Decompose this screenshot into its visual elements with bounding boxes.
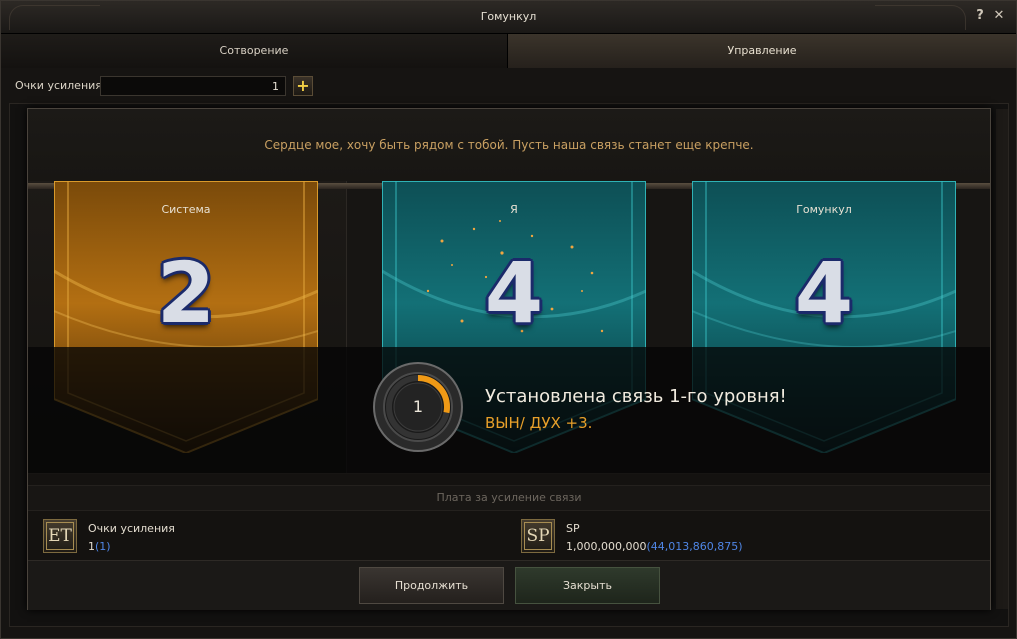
cost-amount: 1 [88, 540, 95, 553]
icon-frame [524, 522, 552, 550]
window-title: Гомункул [480, 10, 537, 23]
dialog-header: Сердце мое, хочу быть рядом с тобой. Пус… [28, 109, 990, 181]
enhance-points-label: Очки усиления [15, 79, 102, 92]
cost-have: (1) [95, 540, 111, 553]
cost-have: (44,013,860,875) [646, 540, 743, 553]
close-icon[interactable]: ✕ [992, 9, 1006, 23]
sp-icon: SP [521, 519, 555, 553]
continue-button[interactable]: Продолжить [359, 567, 504, 604]
notification-title: Установлена связь 1-го уровня! [485, 386, 787, 407]
tab-management[interactable]: Управление [508, 34, 1016, 68]
close-button[interactable]: Закрыть [515, 567, 660, 604]
banner-me-value: 4 [484, 244, 544, 342]
tab-creation[interactable]: Сотворение [1, 34, 508, 68]
cost-name: Очки усиления [88, 522, 175, 535]
cost-name: SP [566, 522, 580, 535]
dialog-footer [28, 560, 990, 610]
bond-level-number: 1 [412, 397, 424, 416]
bond-message: Сердце мое, хочу быть рядом с тобой. Пус… [264, 138, 754, 152]
bond-notification [28, 347, 990, 473]
banner-system-value: 2 [156, 244, 216, 342]
banner-homunculus-value: 4 [794, 244, 854, 342]
add-points-button[interactable]: + [293, 76, 313, 96]
cost-header: Плата за усиление связи [28, 485, 990, 511]
icon-frame [46, 522, 74, 550]
cost-amount: 1,000,000,000 [566, 540, 647, 553]
bond-upgrade-dialog: Сердце мое, хочу быть рядом с тобой. Пус… [27, 108, 991, 610]
title-bar[interactable]: Гомункул ? ✕ [1, 1, 1016, 34]
banner-homunculus-label: Гомункул [796, 203, 852, 216]
bond-level-dial: 1 [372, 361, 464, 453]
help-icon[interactable]: ? [973, 9, 987, 23]
enhance-points-icon: ET [43, 519, 77, 553]
tab-bar: Сотворение Управление [1, 34, 1016, 68]
banner-system-label: Система [161, 203, 211, 216]
cost-value: 1,000,000,000(44,013,860,875) [566, 540, 743, 553]
background-scroll-area [996, 109, 1008, 609]
enhance-points-input[interactable] [100, 76, 286, 96]
homunculus-window: Гомункул ? ✕ Сотворение Управление Очки … [0, 0, 1017, 639]
cost-value: 1(1) [88, 540, 111, 553]
banner-me-label: Я [510, 203, 518, 216]
notification-bonus: ВЫН/ ДУХ +3. [485, 414, 593, 432]
